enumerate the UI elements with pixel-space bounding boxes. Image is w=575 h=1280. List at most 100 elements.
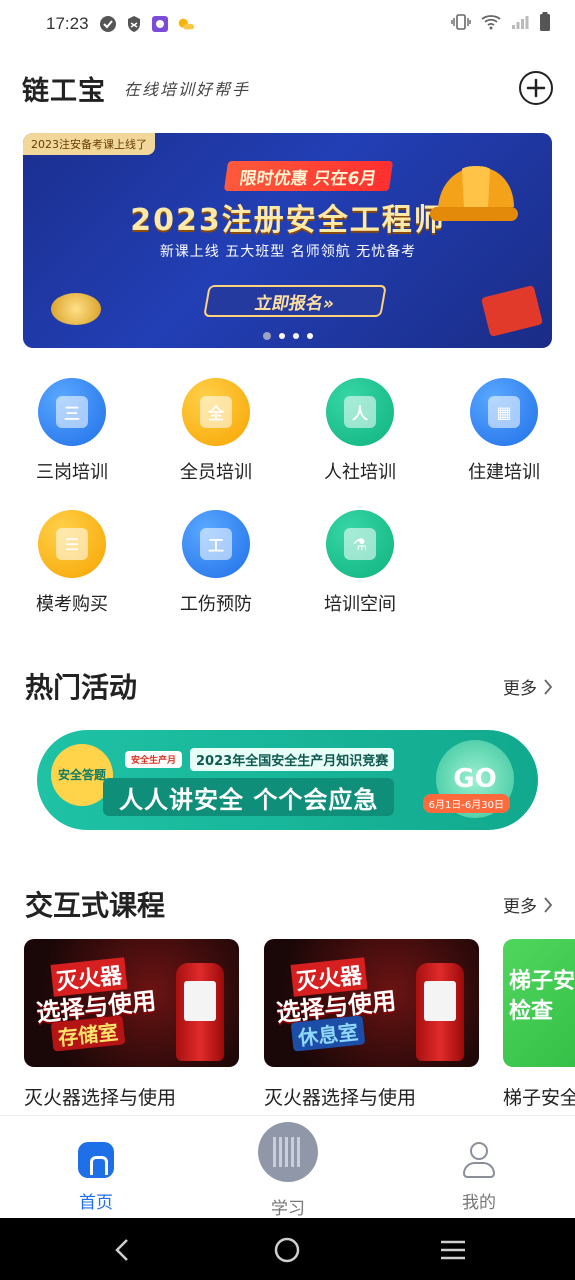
all-staff-icon: 全 (182, 378, 250, 446)
feature-glyph: 全 (200, 396, 232, 428)
red-envelope-decoration (480, 285, 544, 337)
vibrate-icon (451, 14, 471, 34)
feature-glyph: ☰ (56, 528, 88, 560)
workbook-icon: 工 (182, 510, 250, 578)
nav-label: 我的 (462, 1193, 496, 1213)
thumb-line1: 梯子安 (509, 969, 575, 994)
feature-glyph: ▦ (488, 396, 520, 428)
banner-promo: 限时优惠 只在6月 (223, 161, 393, 191)
feature-construction-training[interactable]: ▦ 住建培训 (449, 378, 559, 484)
flask-icon: ⚗ (326, 510, 394, 578)
course-title: 梯子安全 (503, 1087, 575, 1109)
brand-slogan: 在线培训好帮手 (124, 80, 251, 99)
building-icon: ▦ (470, 378, 538, 446)
feature-glyph: 工 (200, 528, 232, 560)
thumb-line2: 检查 (509, 999, 554, 1024)
app-header: 链工宝 在线培训好帮手 (0, 60, 575, 116)
feature-hr-training[interactable]: 人 人社培训 (305, 378, 415, 484)
hard-hat-icon (430, 166, 518, 221)
pagination-dot[interactable] (306, 333, 313, 339)
nav-study[interactable]: 学习 (228, 1116, 348, 1219)
more-label: 更多 (503, 679, 537, 699)
system-navigation-bar (0, 1218, 575, 1280)
check-circle-icon (99, 15, 117, 33)
feature-label: 培训空间 (324, 594, 396, 615)
nav-label: 首页 (79, 1193, 113, 1213)
nav-label: 学习 (271, 1199, 305, 1219)
activity-contest-name: 2023年全国安全生产月知识竞赛 (190, 748, 395, 771)
interactive-courses-title: 交互式课程 (25, 889, 166, 922)
document-icon: 三 (38, 378, 106, 446)
feature-label: 三岗培训 (36, 462, 108, 483)
banner-pagination (23, 332, 552, 340)
home-icon (78, 1142, 114, 1178)
course-title: 灭火器选择与使用 (264, 1087, 417, 1109)
feature-training-space[interactable]: ⚗ 培训空间 (305, 510, 415, 616)
promo-banner[interactable]: 2023注安备考课上线了 限时优惠 只在6月 2023注册安全工程师 新课上线 … (23, 133, 552, 348)
menu-icon[interactable] (439, 1236, 467, 1264)
feature-all-staff-training[interactable]: 全 全员培训 (161, 378, 271, 484)
coin-decoration (51, 293, 101, 325)
feature-glyph: 三 (56, 396, 88, 428)
fire-extinguisher-image (416, 963, 464, 1061)
brand-logo: 链工宝 (22, 75, 106, 107)
feature-sangang-training[interactable]: 三 三岗培训 (17, 378, 127, 484)
back-icon[interactable] (108, 1236, 136, 1264)
wifi-icon (481, 14, 501, 34)
plus-icon (526, 78, 546, 98)
course-thumbnail: 灭火器 选择与使用 存储室 (24, 939, 239, 1067)
course-title: 灭火器选择与使用 (24, 1087, 177, 1109)
banner-register-button[interactable]: 立即报名» (203, 285, 387, 317)
shield-icon (125, 15, 143, 33)
activity-dates: 6月1日-6月30日 (422, 794, 510, 813)
thumb-line3: 存储室 (50, 1015, 126, 1052)
safety-month-logo: 安全生产月 (125, 751, 183, 768)
banner-tag: 2023注安备考课上线了 (23, 133, 155, 155)
interactive-courses-more-link[interactable]: 更多 (503, 892, 553, 917)
pagination-dot[interactable] (278, 333, 285, 339)
activity-slogan: 人人讲安全 个个会应急 (103, 778, 395, 816)
feature-glyph: ⚗ (344, 528, 376, 560)
weather-icon (177, 15, 195, 33)
course-carousel[interactable]: 灭火器 选择与使用 存储室 灭火器选择与使用 灭火器 选择与使用 休息室 灭火器… (24, 939, 575, 1114)
course-card[interactable]: 梯子安 检查 梯子安全 (503, 939, 575, 1110)
nav-home[interactable]: 首页 (36, 1116, 156, 1213)
feature-label: 工伤预防 (180, 594, 252, 615)
add-button[interactable] (519, 71, 553, 105)
thumb-line3: 休息室 (290, 1015, 366, 1052)
activity-header-row: 安全生产月 2023年全国安全生产月知识竞赛 (125, 748, 395, 771)
course-thumbnail: 灭火器 选择与使用 休息室 (264, 939, 479, 1067)
feature-label: 全员培训 (180, 462, 252, 483)
battery-icon (539, 12, 551, 36)
course-card[interactable]: 灭火器 选择与使用 休息室 灭火器选择与使用 (264, 939, 479, 1110)
pagination-dot[interactable] (262, 332, 271, 340)
profile-icon (459, 1140, 499, 1180)
signal-icon (511, 14, 529, 34)
shopping-bag-icon: ☰ (38, 510, 106, 578)
feature-glyph: 人 (344, 396, 376, 428)
feature-label: 模考购买 (36, 594, 108, 615)
status-bar: 17:23 (0, 0, 575, 48)
chevron-right-icon (544, 678, 553, 695)
study-icon (258, 1122, 318, 1182)
fire-extinguisher-image (176, 963, 224, 1061)
nav-me[interactable]: 我的 (419, 1116, 539, 1213)
feature-label: 住建培训 (468, 462, 540, 483)
pagination-dot[interactable] (292, 333, 299, 339)
hot-activities-more-link[interactable]: 更多 (503, 674, 553, 699)
chevron-right-icon (544, 896, 553, 913)
app-icon (151, 15, 169, 33)
course-thumbnail: 梯子安 检查 (503, 939, 575, 1067)
banner-subtitle: 新课上线 五大班型 名师领航 无忧备考 (159, 244, 417, 260)
person-icon: 人 (326, 378, 394, 446)
course-card[interactable]: 灭火器 选择与使用 存储室 灭火器选择与使用 (24, 939, 239, 1110)
hot-activities-title: 热门活动 (25, 671, 138, 704)
more-label: 更多 (503, 897, 537, 917)
feature-injury-prevention[interactable]: 工 工伤预防 (161, 510, 271, 616)
feature-label: 人社培训 (324, 462, 396, 483)
feature-mock-exam-purchase[interactable]: ☰ 模考购买 (17, 510, 127, 616)
status-time: 17:23 (46, 14, 89, 33)
home-circle-icon[interactable] (273, 1236, 301, 1264)
bottom-navigation: 首页 学习 我的 (0, 1115, 575, 1219)
activity-banner[interactable]: 安全答题 安全生产月 2023年全国安全生产月知识竞赛 人人讲安全 个个会应急 … (37, 730, 538, 830)
